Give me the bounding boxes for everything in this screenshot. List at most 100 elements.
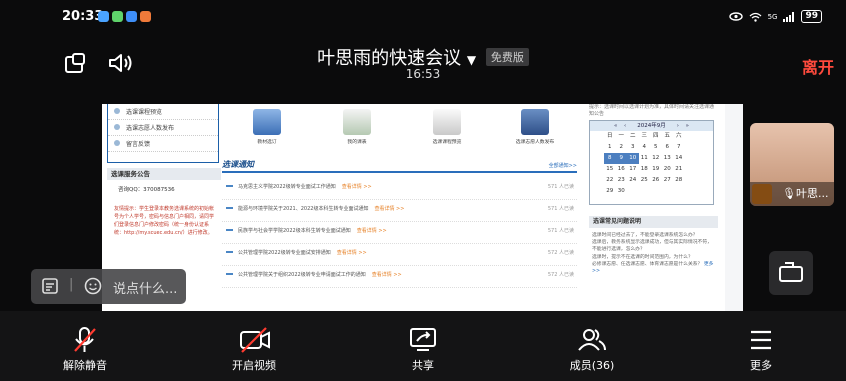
notice-detail-link: 查看详情 >> <box>336 250 367 256</box>
video-off-icon <box>240 327 270 353</box>
next-year-icon: » <box>685 123 689 129</box>
tile: 选课课程预览 <box>422 109 472 145</box>
notice-views: 571 人已读 <box>547 184 574 190</box>
members-icon <box>578 329 606 351</box>
notice-views: 572 人已读 <box>547 250 574 256</box>
tile: 选课志愿人数发布 <box>510 109 560 145</box>
tile-label: 教材选订 <box>257 140 277 145</box>
wifi-icon <box>749 12 762 22</box>
calendar-week: 1 2 3 4 5 6 7 <box>590 142 713 153</box>
service-qq: 咨询QQ：370087536 <box>118 185 175 193</box>
calendar: « ‹ 2024年9月 › » 日一二三四五六 1 2 3 4 5 6 7 8 9 10 11 12 1… <box>589 120 714 205</box>
weekday-label: 一 <box>618 133 624 139</box>
calendar-week: 22 23 24 25 26 27 28 <box>590 175 713 186</box>
chat-input[interactable]: | 说点什么... <box>31 269 186 304</box>
eye-icon <box>728 12 743 21</box>
emoji-icon[interactable] <box>84 277 102 295</box>
tile-label: 我的课表 <box>347 140 367 145</box>
calendar-day: 16 <box>617 166 625 172</box>
weekday-label: 二 <box>629 133 636 139</box>
notice-detail-link: 查看详情 >> <box>374 206 405 212</box>
notice-text: 公共管理学院关于组织2022级转专业申请面试工作的通知 <box>238 272 366 278</box>
participant-name: 叶思... <box>795 187 829 200</box>
members-label: 成员(36) <box>569 359 615 372</box>
notice-views: 571 人已读 <box>547 228 574 234</box>
calendar-day <box>627 186 639 197</box>
shared-screen: 选课课程预览 选课志愿人数发布 留言反馈 选课服务公告 咨询QQ：3700875… <box>102 104 743 311</box>
mic-icon: 🎙 <box>782 187 796 200</box>
calendar-day: 11 <box>640 155 648 161</box>
calendar-week: 15 16 17 18 19 20 21 <box>590 164 713 175</box>
weekday-label: 五 <box>664 133 670 139</box>
tile-label: 选课志愿人数发布 <box>515 140 555 145</box>
calendar-day: 3 <box>631 144 635 150</box>
notice-row: 民族学与社会学学院2022级本科生转专业面试通知 查看详情 >> 571 人已读 <box>222 222 577 244</box>
faq-item: 选课后，教务系统显示选课成功，但与其实际情况不符，不能进行选课，怎么办？ <box>592 240 712 253</box>
calendar-day: 23 <box>617 177 625 183</box>
qq-label: 咨询QQ： <box>118 187 144 193</box>
dropdown-arrow-icon: ▼ <box>466 53 477 67</box>
calendar-day: 27 <box>663 177 671 183</box>
notice-detail-link: 查看详情 >> <box>356 228 387 234</box>
service-heading: 选课服务公告 <box>107 168 221 180</box>
calendar-day: 30 <box>617 188 625 194</box>
notice-row: 公共管理学院关于组织2022级转专业申请面试工作的通知 查看详情 >> 572 人已… <box>222 266 577 288</box>
prev-month-icon: ‹ <box>624 123 627 129</box>
calendar-day: 25 <box>640 177 648 183</box>
menu-item: 选课志愿人数发布 <box>108 120 218 136</box>
notice-more-link: 全部通知>> <box>548 163 577 169</box>
notice-text: 马克思主义学院2022级转专业面试工作通知 <box>238 184 336 190</box>
calendar-day: 9 <box>615 153 627 164</box>
weekday-label: 四 <box>652 133 659 139</box>
calendar-day: 29 <box>606 188 614 194</box>
menu-icon <box>751 330 771 350</box>
menu-item: 留言反馈 <box>108 136 218 152</box>
leave-button[interactable]: 离开 <box>802 54 834 78</box>
notice-views: 572 人已读 <box>547 272 574 278</box>
calendar-day: 17 <box>629 166 637 172</box>
calendar-day: 13 <box>663 155 671 161</box>
calendar-day: 20 <box>663 166 671 172</box>
calendar-icon <box>343 109 371 135</box>
qq-number: 370087536 <box>143 187 175 193</box>
chat-placeholder: 说点什么... <box>113 282 178 297</box>
quick-tiles: 教材选订 我的课表 选课课程预览 选课志愿人数发布 <box>242 109 567 153</box>
rotate-icon <box>779 262 803 282</box>
calendar-day: 7 <box>677 144 681 150</box>
calendar-day: 5 <box>654 144 658 150</box>
share-label: 共享 <box>412 359 434 372</box>
tile: 我的课表 <box>332 109 382 145</box>
notes-icon[interactable] <box>41 277 59 295</box>
bottom-toolbar: 解除静音 开启视频 共享 成员(36) 更多 <box>0 311 846 381</box>
calendar-day: 14 <box>675 155 683 161</box>
rotate-screen-button[interactable] <box>769 251 813 295</box>
calendar-day: 24 <box>629 177 637 183</box>
calendar-week: 29 30 <box>590 186 713 197</box>
notice-row: 马克思主义学院2022级转专业面试工作通知 查看详情 >> 571 人已读 <box>222 178 577 200</box>
right-hint: 提示：选课时间以选课计划为准，具体时间请关注选课通知公告 <box>589 104 715 117</box>
calendar-day: 15 <box>606 166 614 172</box>
notification-icons <box>98 11 151 22</box>
menu-item: 选课课程预览 <box>108 104 218 120</box>
calendar-day: 22 <box>606 177 614 183</box>
notice-text: 公共管理学院2022级转专业面试安排通知 <box>238 250 331 256</box>
faq-item: 必修课志愿、任选课志愿、体育课志愿是什么关系？ <box>592 261 703 267</box>
status-indicators: 5G 99 <box>728 10 822 23</box>
notice-detail-link: 查看详情 >> <box>341 184 372 190</box>
tile-label: 选课课程预览 <box>432 140 462 145</box>
share-screen-icon <box>410 328 436 351</box>
calendar-day: 2 <box>619 144 624 150</box>
edition-badge: 免费版 <box>485 48 529 66</box>
battery-level: 99 <box>801 10 822 23</box>
tile: 教材选订 <box>242 109 292 145</box>
next-month-icon: › <box>676 123 679 129</box>
meeting-name: 叶思雨的快速会议 <box>317 48 462 69</box>
calendar-month: 2024年9月 <box>637 123 666 129</box>
notice-row: 能源与环境学院关于2021、2022级本科生转专业面试通知 查看详情 >> 571 … <box>222 200 577 222</box>
participant-video[interactable]: 🎙叶思... <box>750 123 834 206</box>
calendar-day: 6 <box>665 144 670 150</box>
folder-icon <box>253 109 281 135</box>
notice-text: 民族学与社会学学院2022级本科生转专业面试通知 <box>238 228 351 234</box>
faq-item: 选课时间已经过去了，不能登录选课系统怎么办？ <box>592 233 698 238</box>
weekday-label: 三 <box>641 133 647 139</box>
